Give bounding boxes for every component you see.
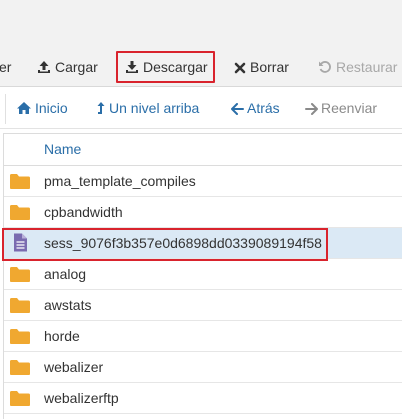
file-name[interactable]: cpbandwidth [44, 204, 123, 220]
folder-icon [9, 173, 31, 190]
file-name[interactable]: sess_9076f3b357e0d6898dd0339089194f58 [44, 235, 322, 251]
folder-row[interactable]: analog [4, 259, 402, 290]
download-icon [126, 61, 138, 73]
navigation-bar: Inicio Un nivel arriba Atrás Reenviar [0, 88, 402, 129]
folder-icon [9, 390, 31, 407]
restore-label: Restaurar [336, 59, 398, 75]
file-name[interactable]: webalizerftp [44, 390, 119, 406]
toolbar-partial-button[interactable]: er [0, 52, 11, 82]
file-name[interactable]: pma_template_compiles [44, 173, 196, 189]
file-icon [9, 233, 31, 252]
folder-row[interactable]: horde [4, 321, 402, 352]
up-one-level-button[interactable]: Un nivel arriba [96, 97, 199, 119]
back-label: Atrás [247, 100, 280, 116]
upload-icon [38, 61, 50, 73]
upload-label: Cargar [55, 59, 98, 75]
column-header-name[interactable]: Name [44, 141, 81, 157]
level-up-icon [97, 102, 105, 114]
folder-row[interactable]: webalizer [4, 352, 402, 383]
folder-row[interactable]: pma_template_compiles [4, 166, 402, 197]
file-list-table: Name pma_template_compiles cpbandwidth ses… [3, 133, 402, 419]
back-button[interactable]: Atrás [231, 97, 280, 119]
folder-row[interactable]: webalizerftp [4, 383, 402, 414]
download-label: Descargar [143, 59, 208, 75]
delete-x-icon [234, 62, 246, 74]
table-header: Name [4, 134, 402, 166]
restore-undo-icon [319, 61, 331, 73]
forward-label: Reenviar [321, 100, 378, 116]
delete-button[interactable]: Borrar [234, 52, 289, 82]
file-name[interactable]: analog [44, 266, 86, 282]
folder-row[interactable]: awstats [4, 290, 402, 321]
folder-icon [9, 359, 31, 376]
up-one-level-label: Un nivel arriba [109, 100, 200, 116]
folder-icon [9, 204, 31, 221]
file-manager-toolbar: er Cargar Descargar Borrar Restaurar [0, 0, 402, 87]
nav-divider [5, 94, 6, 124]
forward-button[interactable]: Reenviar [305, 97, 377, 119]
restore-button[interactable]: Restaurar [318, 52, 397, 82]
folder-icon [9, 328, 31, 345]
folder-row[interactable]: cpbandwidth [4, 197, 402, 228]
upload-button[interactable]: Cargar [37, 52, 98, 82]
arrow-left-icon [231, 103, 244, 115]
delete-label: Borrar [250, 59, 289, 75]
file-name[interactable]: awstats [44, 297, 91, 313]
home-label: Inicio [35, 100, 68, 116]
home-button[interactable]: Inicio [16, 97, 68, 119]
home-icon [17, 102, 31, 114]
download-button[interactable]: Descargar [116, 51, 215, 83]
file-name[interactable]: webalizer [44, 359, 103, 375]
file-name[interactable]: horde [44, 328, 80, 344]
folder-icon [9, 297, 31, 314]
folder-icon [9, 266, 31, 283]
arrow-right-icon [305, 103, 318, 115]
file-row[interactable]: sess_9076f3b357e0d6898dd0339089194f58 [4, 228, 402, 259]
